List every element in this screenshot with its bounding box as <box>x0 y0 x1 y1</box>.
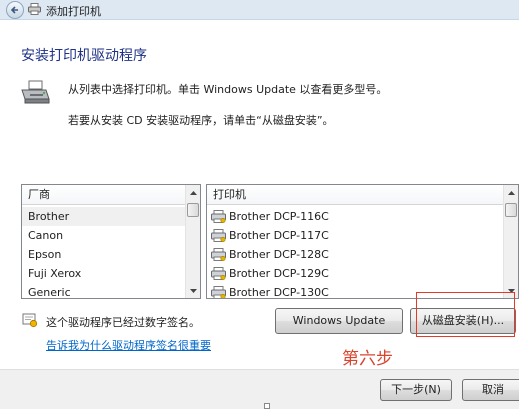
title-bar: 添加打印机 <box>0 0 519 20</box>
list-item[interactable]: Brother DCP-117C <box>207 226 503 245</box>
manufacturer-scrollbar[interactable] <box>185 185 200 298</box>
printer-window-icon <box>28 3 41 15</box>
list-item[interactable]: Brother DCP-128C <box>207 245 503 264</box>
printer-scrollbar[interactable] <box>503 185 518 298</box>
printer-model-label: Brother DCP-116C <box>229 210 329 223</box>
windows-update-button[interactable]: Windows Update <box>275 308 403 334</box>
cancel-button[interactable]: 取消 <box>462 379 519 401</box>
printer-driver-icon <box>211 286 226 298</box>
list-item[interactable]: Generic <box>22 283 185 298</box>
scroll-thumb[interactable] <box>505 203 517 217</box>
printer-driver-icon <box>211 267 226 280</box>
printer-model-label: Brother DCP-117C <box>229 229 329 242</box>
annotation-highlight-box <box>416 292 515 337</box>
scroll-up-icon[interactable] <box>186 185 200 200</box>
printer-header: 打印机 <box>207 185 518 205</box>
printer-model-label: Brother DCP-128C <box>229 248 329 261</box>
signature-help-link[interactable]: 告诉我为什么驱动程序签名很重要 <box>46 337 211 353</box>
printer-driver-icon <box>211 248 226 261</box>
manufacturer-list[interactable]: 厂商 Brother Canon Epson Fuji Xerox Generi… <box>21 184 201 299</box>
list-item[interactable]: Fuji Xerox <box>22 264 185 283</box>
signed-driver-icon <box>22 313 38 328</box>
back-arrow-icon <box>10 6 18 14</box>
list-item[interactable]: Brother <box>22 207 185 226</box>
printer-driver-icon <box>211 210 226 223</box>
list-item[interactable]: Canon <box>22 226 185 245</box>
list-item[interactable]: Brother DCP-129C <box>207 264 503 283</box>
back-button[interactable] <box>6 1 24 19</box>
signature-status: 这个驱动程序已经过数字签名。 <box>46 316 200 329</box>
manufacturer-header: 厂商 <box>22 185 200 205</box>
resize-grip[interactable] <box>264 403 270 409</box>
window-title: 添加打印机 <box>46 5 101 18</box>
description-line-2: 若要从安装 CD 安装驱动程序，请单击“从磁盘安装”。 <box>68 114 334 127</box>
page-heading: 安装打印机驱动程序 <box>21 48 147 64</box>
description-line-1: 从列表中选择打印机。单击 Windows Update 以查看更多型号。 <box>68 83 388 96</box>
scroll-up-icon[interactable] <box>504 185 518 200</box>
scroll-down-icon[interactable] <box>186 283 200 298</box>
printer-driver-icon <box>211 229 226 242</box>
printer-model-label: Brother DCP-130C <box>229 286 329 299</box>
annotation-step-label: 第六步 <box>342 349 393 369</box>
next-button[interactable]: 下一步(N) <box>380 379 452 401</box>
printer-list[interactable]: 打印机 Brother DCP-116C Brother DCP-117C Br… <box>206 184 519 299</box>
list-item[interactable]: Epson <box>22 245 185 264</box>
scroll-thumb[interactable] <box>187 203 199 217</box>
printer-model-label: Brother DCP-129C <box>229 267 329 280</box>
list-item[interactable]: Brother DCP-116C <box>207 207 503 226</box>
printer-icon <box>21 80 50 104</box>
